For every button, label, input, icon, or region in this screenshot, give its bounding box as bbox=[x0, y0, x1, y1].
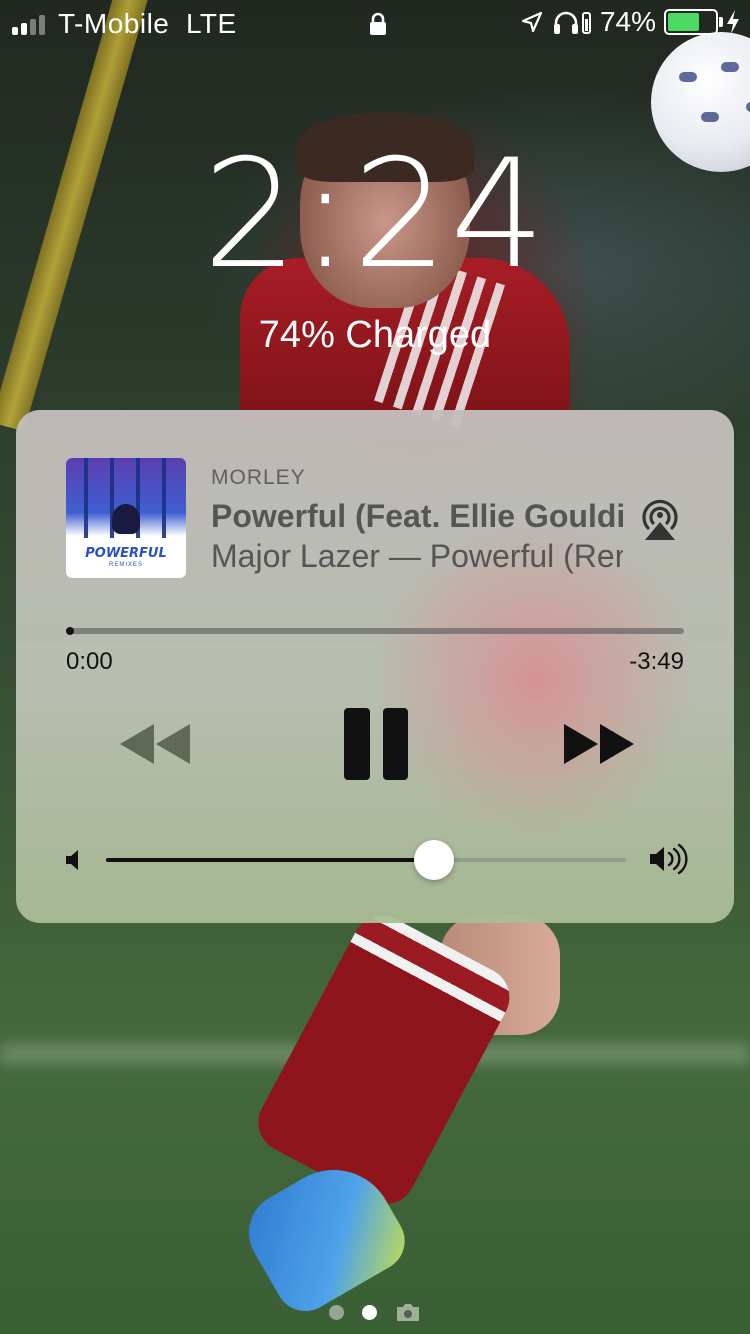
fast-forward-icon bbox=[564, 724, 634, 764]
battery-percent: 74% bbox=[599, 6, 656, 37]
status-right: 74% bbox=[520, 6, 740, 38]
location-icon bbox=[521, 11, 543, 33]
rewind-button[interactable] bbox=[116, 722, 196, 766]
volume-level bbox=[106, 858, 434, 862]
track-progress-bar[interactable] bbox=[66, 627, 684, 635]
album-art-subtitle: REMIXES bbox=[108, 562, 143, 568]
charge-status: 74% Charged bbox=[258, 314, 492, 356]
airplay-icon[interactable] bbox=[638, 496, 682, 542]
album-art[interactable]: POWERFUL REMIXES bbox=[66, 458, 186, 578]
pause-icon-left-bar bbox=[344, 708, 370, 780]
volume-slider[interactable] bbox=[106, 840, 626, 880]
network-type: LTE bbox=[185, 8, 237, 39]
page-dot[interactable] bbox=[329, 1304, 344, 1320]
volume-low-icon bbox=[66, 850, 78, 870]
charging-bolt-icon bbox=[727, 10, 739, 34]
page-indicator bbox=[0, 1302, 750, 1322]
rewind-icon bbox=[120, 724, 190, 764]
headphones-icon bbox=[553, 11, 591, 34]
pause-button[interactable] bbox=[344, 708, 408, 784]
album-art-title: POWERFUL bbox=[85, 546, 167, 561]
battery-level bbox=[668, 13, 700, 31]
now-playing-widget: POWERFUL REMIXES MORLEY Powerful (Feat. … bbox=[16, 410, 734, 923]
page-dot-active[interactable] bbox=[362, 1304, 377, 1320]
volume-thumb[interactable] bbox=[413, 840, 454, 880]
elapsed-time: 0:00 bbox=[66, 648, 113, 675]
pause-icon-right-bar bbox=[382, 708, 408, 780]
remaining-time: -3:49 bbox=[629, 648, 684, 675]
now-playing-source: MORLEY bbox=[211, 466, 306, 489]
fast-forward-button[interactable] bbox=[560, 722, 640, 766]
carrier-info: T-Mobile LTE bbox=[58, 8, 237, 40]
battery-nub bbox=[719, 17, 723, 27]
signal-strength-icon bbox=[12, 13, 45, 35]
track-artist-album[interactable]: Major Lazer — Powerful (Remixes) bbox=[211, 538, 623, 575]
lock-icon bbox=[370, 12, 386, 35]
status-bar: T-Mobile LTE 74% bbox=[0, 0, 750, 48]
track-scrubber[interactable] bbox=[66, 627, 74, 635]
lock-clock: 2:24 bbox=[202, 128, 548, 302]
battery-icon bbox=[664, 9, 723, 35]
album-art-figure bbox=[112, 504, 140, 534]
track-title[interactable]: Powerful (Feat. Ellie Goulding) bbox=[211, 498, 623, 535]
camera-icon[interactable] bbox=[395, 1302, 421, 1322]
carrier-name: T-Mobile bbox=[58, 8, 170, 39]
volume-high-icon bbox=[650, 843, 688, 875]
